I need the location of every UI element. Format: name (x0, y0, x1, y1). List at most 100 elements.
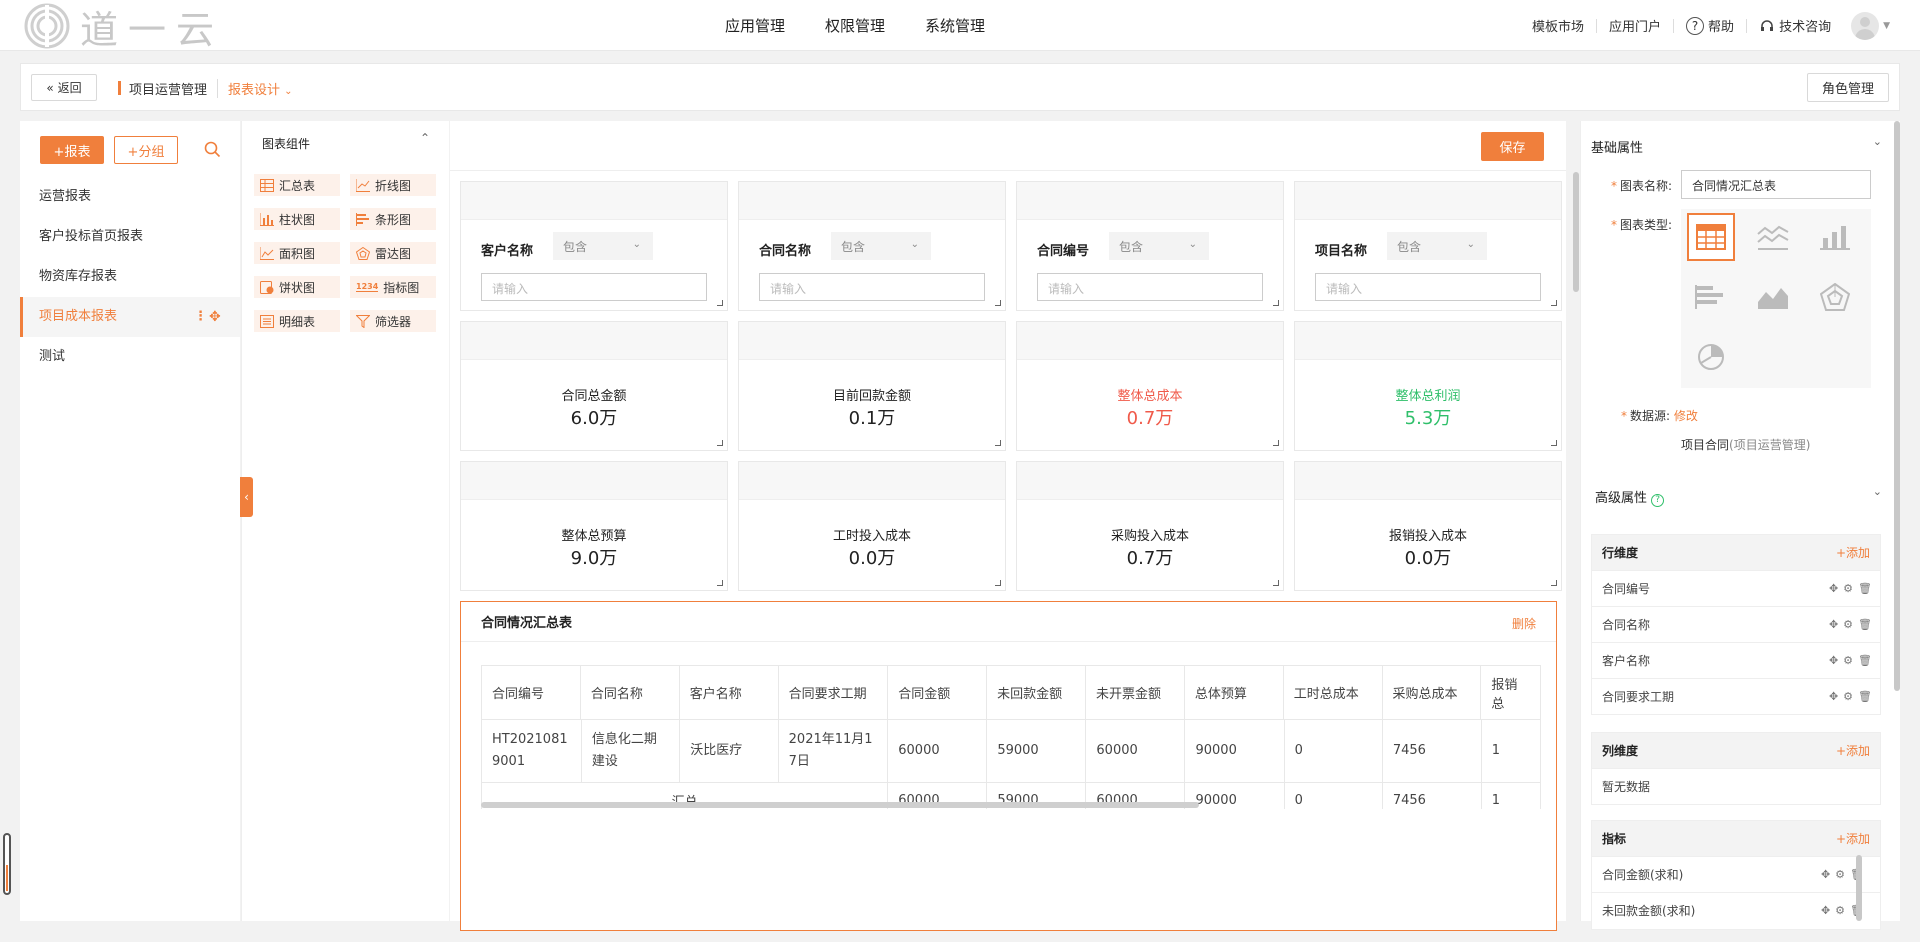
comp-bar-chart[interactable]: 柱状图 (254, 208, 340, 230)
comp-radar-chart[interactable]: 雷达图 (350, 242, 436, 264)
kpi-card[interactable]: 整体总利润 5.3万 (1294, 321, 1562, 451)
report-item[interactable]: 测试 (20, 337, 240, 377)
kpi-card[interactable]: 采购投入成本 0.7万 (1016, 461, 1284, 591)
template-market-link[interactable]: 模板市场 (1532, 16, 1584, 35)
column-header[interactable]: 合同金额 (887, 665, 988, 720)
resize-handle[interactable] (1273, 440, 1279, 446)
resize-handle[interactable] (1273, 580, 1279, 586)
resize-handle[interactable] (1551, 580, 1557, 586)
comp-line-chart[interactable]: 折线图 (350, 174, 436, 196)
chevron-down-icon[interactable]: ▼ (1883, 21, 1890, 31)
help-link[interactable]: 帮助 (1708, 16, 1734, 35)
report-item-active[interactable]: 项目成本报表 ⋮ ✥ (20, 297, 240, 337)
gear-icon[interactable]: ⚙ (1835, 868, 1845, 881)
resize-handle[interactable] (1551, 300, 1557, 306)
filter-card[interactable]: 项目名称 包含 ⌄ 请输入 (1294, 181, 1562, 311)
comp-detail-table[interactable]: 明细表 (254, 310, 340, 332)
type-area-chart[interactable] (1749, 273, 1797, 321)
add-row-dimension-button[interactable]: +添加 (1836, 544, 1870, 561)
help-icon[interactable]: ? (1686, 16, 1705, 35)
resize-handle[interactable] (995, 300, 1001, 306)
trash-icon[interactable]: 🗑 (1858, 690, 1872, 703)
comp-pie-chart[interactable]: 饼状图 (254, 276, 340, 298)
report-item[interactable]: 运营报表 (20, 177, 240, 217)
comp-horizontal-bar[interactable]: 条形图 (350, 208, 436, 230)
canvas-scrollbar[interactable] (1573, 172, 1579, 292)
side-scroll-indicator[interactable] (3, 833, 11, 895)
resize-handle[interactable] (995, 580, 1001, 586)
nav-permission-management[interactable]: 权限管理 (825, 15, 885, 36)
gear-icon[interactable]: ⚙ (1843, 582, 1853, 595)
save-button[interactable]: 保存 (1481, 132, 1544, 161)
type-summary-table[interactable] (1687, 213, 1735, 261)
resize-handle[interactable] (1551, 440, 1557, 446)
filter-input[interactable]: 请输入 (1037, 273, 1263, 301)
filter-card[interactable]: 合同编号 包含 ⌄ 请输入 (1016, 181, 1284, 311)
kpi-card[interactable]: 工时投入成本 0.0万 (738, 461, 1006, 591)
trash-icon[interactable]: 🗑 (1858, 654, 1872, 667)
collapse-left-tab[interactable]: ‹ (240, 477, 253, 517)
comp-indicator[interactable]: 1234 指标图 (350, 276, 436, 298)
gear-icon[interactable]: ⚙ (1835, 904, 1845, 917)
chevron-up-icon[interactable]: ⌃ (420, 131, 430, 145)
headset-icon[interactable] (1759, 18, 1775, 34)
tech-consult-link[interactable]: 技术咨询 (1779, 16, 1831, 35)
role-management-button[interactable]: 角色管理 (1807, 73, 1889, 102)
filter-input[interactable]: 请输入 (481, 273, 707, 301)
add-metric-button[interactable]: +添加 (1836, 830, 1870, 847)
column-header[interactable]: 总体预算 (1183, 665, 1284, 720)
move-icon[interactable]: ✥ (1829, 582, 1838, 595)
breadcrumb-module[interactable]: 项目运营管理 (129, 79, 207, 98)
filter-operator-select[interactable]: 包含 ⌄ (1109, 232, 1209, 260)
delete-button[interactable]: 删除 (1512, 615, 1536, 632)
column-header[interactable]: 合同编号 (481, 665, 581, 720)
chevron-down-icon[interactable]: ⌄ (1873, 485, 1882, 498)
dimension-item[interactable]: 合同名称 ✥ ⚙ 🗑 (1592, 606, 1880, 642)
column-header[interactable]: 采购总成本 (1381, 665, 1482, 720)
chart-name-input[interactable]: 合同情况汇总表 (1681, 170, 1871, 199)
kpi-card[interactable]: 目前回款金额 0.1万 (738, 321, 1006, 451)
resize-handle[interactable] (717, 300, 723, 306)
move-icon[interactable]: ✥ (1829, 618, 1838, 631)
kpi-card[interactable]: 整体总成本 0.7万 (1016, 321, 1284, 451)
report-item[interactable]: 客户投标首页报表 (20, 217, 240, 257)
dimension-item[interactable]: 合同编号 ✥ ⚙ 🗑 (1592, 570, 1880, 606)
move-icon[interactable]: ✥ (1821, 868, 1830, 881)
datasource-edit-link[interactable]: 修改 (1674, 409, 1698, 423)
resize-handle[interactable] (717, 440, 723, 446)
logo[interactable]: 道一云 (20, 2, 224, 52)
filter-operator-select[interactable]: 包含 ⌄ (553, 232, 653, 260)
column-header[interactable]: 工时总成本 (1282, 665, 1383, 720)
filter-card[interactable]: 客户名称 包含 ⌄ 请输入 (460, 181, 728, 311)
column-header[interactable]: 客户名称 (678, 665, 779, 720)
filter-input[interactable]: 请输入 (759, 273, 985, 301)
nav-system-management[interactable]: 系统管理 (925, 15, 985, 36)
add-report-button[interactable]: +报表 (40, 136, 104, 164)
kpi-card[interactable]: 报销投入成本 0.0万 (1294, 461, 1562, 591)
back-button[interactable]: « 返回 (31, 74, 97, 101)
kpi-card[interactable]: 合同总金额 6.0万 (460, 321, 728, 451)
comp-filter[interactable]: 筛选器 (350, 310, 436, 332)
add-group-button[interactable]: +分组 (114, 136, 178, 164)
gear-icon[interactable]: ⚙ (1843, 618, 1853, 631)
horizontal-scrollbar[interactable] (481, 802, 1199, 808)
type-radar-chart[interactable] (1811, 273, 1859, 321)
avatar[interactable] (1851, 11, 1880, 40)
move-icon[interactable]: ✥ (1829, 654, 1838, 667)
more-vertical-icon[interactable]: ⋮ (194, 297, 207, 337)
column-header[interactable]: 报销总 (1480, 665, 1541, 720)
comp-area-chart[interactable]: 面积图 (254, 242, 340, 264)
filter-input[interactable]: 请输入 (1315, 273, 1541, 301)
resize-handle[interactable] (995, 440, 1001, 446)
column-header[interactable]: 合同要求工期 (777, 665, 889, 720)
metric-item[interactable]: 合同金额(求和)✥⚙🗑 (1592, 856, 1880, 892)
column-header[interactable]: 未开票金额 (1084, 665, 1185, 720)
filter-card[interactable]: 合同名称 包含 ⌄ 请输入 (738, 181, 1006, 311)
move-icon[interactable]: ✥ (1821, 904, 1830, 917)
nav-app-management[interactable]: 应用管理 (725, 15, 785, 36)
dimension-item[interactable]: 合同要求工期 ✥ ⚙ 🗑 (1592, 678, 1880, 714)
type-horizontal-bar[interactable] (1687, 273, 1735, 321)
summary-table-card[interactable]: 合同情况汇总表 删除 合同编号 合同名称 客户名称 合同要求工期 合同金额 未回… (460, 601, 1557, 931)
kpi-card[interactable]: 整体总预算 9.0万 (460, 461, 728, 591)
trash-icon[interactable]: 🗑 (1858, 618, 1872, 631)
